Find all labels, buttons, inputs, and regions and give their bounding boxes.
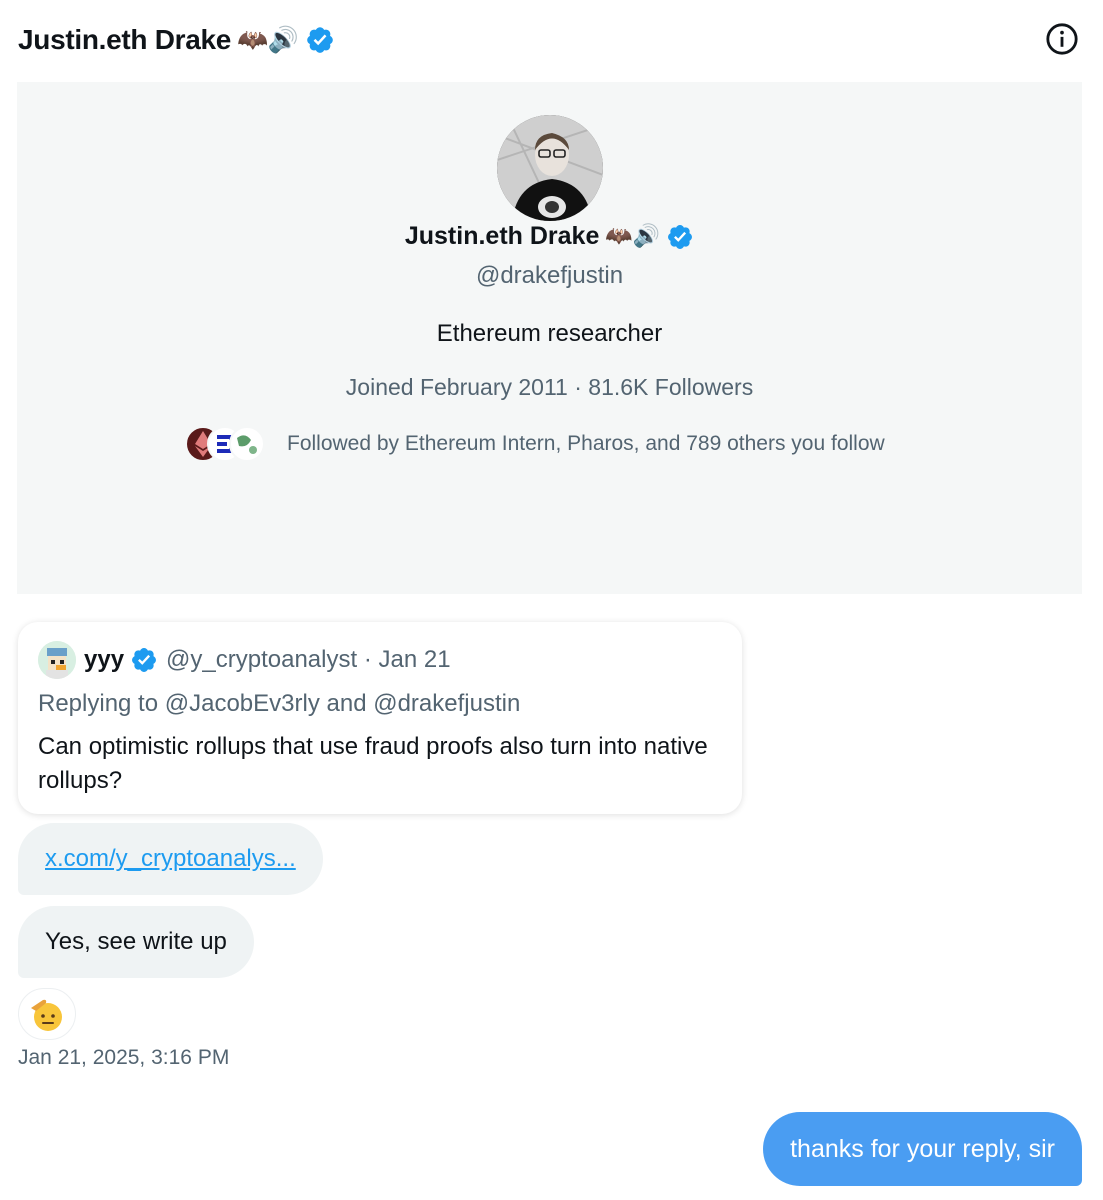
message-timestamp: Jan 21, 2025, 3:16 PM [18,1046,230,1069]
title-emoji: 🦇🔊 [237,25,299,54]
verified-badge-icon [306,27,333,53]
quoted-author-name[interactable]: yyy [84,646,124,674]
followed-by-text: Followed by Ethereum Intern, Pharos, and… [287,432,885,455]
profile-name-emoji: 🦇🔊 [605,224,661,249]
profile-handle: @drakefjustin [475,262,624,289]
sent-message-text: thanks for your reply, sir [790,1134,1055,1163]
verified-badge-icon [132,648,157,672]
follower-avatars [185,426,265,462]
profile-meta: Joined February 2011 · 81.6K Followers [345,374,754,400]
saluting-face-icon [31,999,62,1031]
quoted-tweet-text: Can optimistic rollups that use fraud pr… [38,733,708,794]
conversation-title-name: Justin.eth Drake [18,24,232,55]
followed-by-row[interactable]: Followed by Ethereum Intern, Pharos, and… [185,424,885,464]
other-follower-avatar [229,426,265,462]
link-message-bubble: x.com/y_cryptoanalys... [18,823,323,895]
quoted-author-handle-date: @y_cryptoanalyst · Jan 21 [166,646,451,673]
info-icon[interactable] [1045,22,1079,56]
received-message-bubble: Yes, see write up [18,906,254,978]
quoted-tweet-header: yyy @y_cryptoanalyst · Jan 21 [38,641,451,679]
conversation-title[interactable]: Justin.eth Drake 🦇🔊 [18,24,335,56]
profile-name[interactable]: Justin.eth Drake 🦇🔊 [17,222,1082,251]
profile-name-text: Justin.eth Drake [404,222,600,250]
quoted-tweet-card[interactable]: yyy @y_cryptoanalyst · Jan 21 Replying t… [18,622,742,814]
sent-message-bubble: thanks for your reply, sir [763,1112,1082,1186]
profile-avatar[interactable] [497,115,603,221]
profile-card[interactable]: Justin.eth Drake 🦇🔊 @drakefjustin Ethere… [17,82,1082,594]
conversation-header: Justin.eth Drake 🦇🔊 [18,20,1085,60]
salute-reaction[interactable] [18,988,76,1040]
profile-bio: Ethereum researcher [436,320,663,347]
verified-badge-icon [668,224,693,249]
message-link[interactable]: x.com/y_cryptoanalys... [45,845,296,873]
replying-to-text: Replying to @JacobEv3rly and @drakefjust… [38,690,521,717]
received-message-text: Yes, see write up [45,928,227,955]
quoted-author-avatar[interactable] [38,641,76,679]
